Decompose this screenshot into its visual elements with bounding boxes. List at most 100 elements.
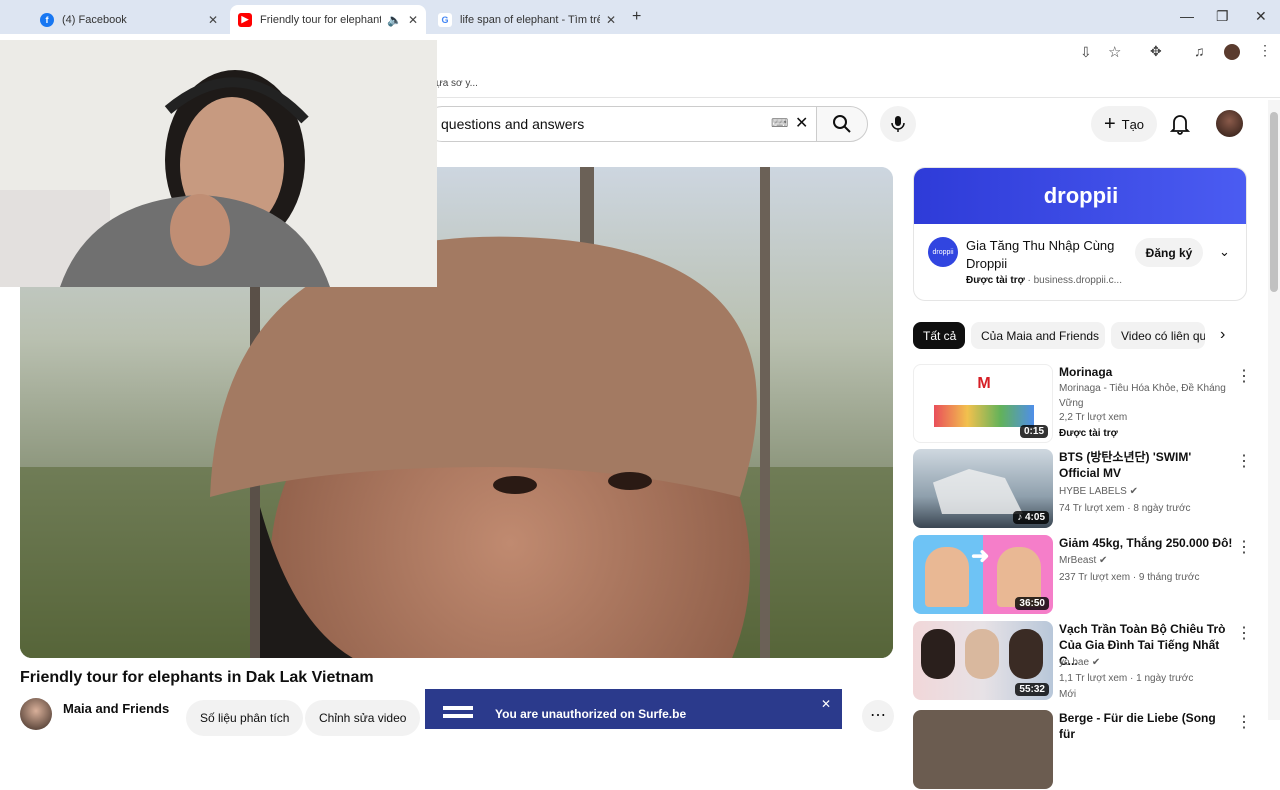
morinaga-logo: M <box>977 375 991 392</box>
video-duration: 0:15 <box>1019 425 1048 438</box>
search-input[interactable]: questions and answers ⌨ ✕ <box>424 106 816 142</box>
video-title[interactable]: Berge - Für die Liebe (Song für <box>1059 710 1234 742</box>
video-views: 1,1 Tr lượt xem · 1 ngày trước <box>1059 673 1194 684</box>
more-actions-button[interactable]: ⋯ <box>862 700 894 732</box>
channel-name[interactable]: Maia and Friends <box>63 701 169 716</box>
account-avatar[interactable] <box>1216 110 1243 137</box>
search-icon <box>833 115 851 133</box>
media-icon[interactable]: ♫ <box>1194 43 1205 59</box>
tab-label: (4) Facebook <box>62 13 127 26</box>
profile-avatar[interactable] <box>1224 44 1240 60</box>
minimize-icon[interactable]: — <box>1180 8 1194 24</box>
sponsored-label: Được tài trợ <box>1059 428 1118 439</box>
search-button[interactable] <box>816 106 868 142</box>
product-image <box>934 405 1034 427</box>
more-vert-icon[interactable]: ⋮ <box>1236 623 1252 643</box>
new-badge: Mới <box>1059 689 1077 700</box>
video-channel[interactable]: Morinaga - Tiêu Hóa Khỏe, Đề Kháng Vững <box>1059 381 1234 411</box>
tab-facebook[interactable]: f (4) Facebook ✕ <box>32 5 226 34</box>
close-icon[interactable]: ✕ <box>408 13 418 27</box>
chevron-right-icon[interactable]: › <box>1220 326 1225 344</box>
surfe-popup: You are unauthorized on Surfe.be ✕ <box>425 689 842 729</box>
person-image <box>925 547 969 607</box>
chip-related[interactable]: Video có liên qu <box>1111 322 1205 349</box>
bookmark-item[interactable]: ựa sơ y... <box>436 78 478 89</box>
sponsored-ad-card[interactable]: droppii droppii Gia Tăng Thu Nhập Cùng D… <box>913 167 1247 301</box>
video-duration: ♪ 4:05 <box>1013 511 1049 524</box>
youtube-icon: ▶ <box>238 12 252 27</box>
video-thumbnail[interactable]: M 0:15 <box>913 364 1053 443</box>
video-duration: 55:32 <box>1015 683 1049 696</box>
new-tab-icon[interactable]: + <box>632 8 641 26</box>
webcam-overlay <box>0 40 437 287</box>
create-label: Tạo <box>1121 116 1145 132</box>
ad-sponsored-label: Được tài trợ <box>966 275 1025 286</box>
list-item[interactable]: 55:32 Vạch Trần Toàn Bộ Chiêu Trò Của Gi… <box>913 621 1258 701</box>
ad-banner[interactable]: droppii <box>914 168 1246 224</box>
google-icon: G <box>438 12 452 27</box>
video-title[interactable]: Morinaga <box>1059 364 1234 380</box>
ad-title[interactable]: Gia Tăng Thu Nhập Cùng Droppii <box>966 237 1136 273</box>
verified-icon: ✔ <box>1099 555 1108 566</box>
channel-avatar[interactable] <box>20 698 52 730</box>
list-item[interactable]: ➜ 36:50 Giảm 45kg, Thắng 250.000 Đô! MrB… <box>913 535 1258 615</box>
video-duration: 36:50 <box>1015 597 1049 610</box>
tab-label: Friendly tour for elephants <box>260 13 381 26</box>
list-item[interactable]: ♪ 4:05 BTS (방탄소년단) 'SWIM' Official MV HY… <box>913 449 1258 529</box>
video-channel[interactable]: MrBeast ✔ <box>1059 555 1107 566</box>
close-icon[interactable]: ✕ <box>821 697 831 711</box>
video-channel[interactable]: HYBE LABELS ✔ <box>1059 486 1138 497</box>
browser-tab-bar: f (4) Facebook ✕ ▶ Friendly tour for ele… <box>0 0 1280 34</box>
chevron-down-icon[interactable]: ⌄ <box>1219 244 1230 260</box>
more-vert-icon[interactable]: ⋮ <box>1236 451 1252 471</box>
surfe-message: You are unauthorized on Surfe.be <box>495 707 687 721</box>
analytics-button[interactable]: Số liệu phân tích <box>186 700 304 736</box>
video-views: 2,2 Tr lượt xem <box>1059 412 1128 423</box>
video-views: 237 Tr lượt xem · 9 tháng trước <box>1059 572 1200 583</box>
bell-icon <box>1169 115 1191 135</box>
voice-search-button[interactable] <box>880 106 916 142</box>
close-icon[interactable]: ✕ <box>606 13 616 27</box>
keyboard-icon[interactable]: ⌨ <box>771 116 788 130</box>
video-thumbnail[interactable]: ➜ 36:50 <box>913 535 1053 614</box>
window-close-icon[interactable]: ✕ <box>1255 8 1267 25</box>
create-button[interactable]: + Tạo <box>1091 106 1157 142</box>
menu-icon[interactable]: ⋮ <box>1258 42 1272 59</box>
more-vert-icon[interactable]: ⋮ <box>1236 537 1252 557</box>
more-vert-icon[interactable]: ⋮ <box>1236 366 1252 386</box>
more-vert-icon[interactable]: ⋮ <box>1236 712 1252 732</box>
ad-meta: Được tài trợ · business.droppii.c... <box>966 275 1122 286</box>
video-title[interactable]: BTS (방탄소년단) 'SWIM' Official MV <box>1059 449 1234 481</box>
tab-youtube[interactable]: ▶ Friendly tour for elephants 🔈 ✕ <box>230 5 426 34</box>
install-icon[interactable]: ⇩ <box>1080 44 1092 61</box>
extensions-icon[interactable]: ✥ <box>1150 43 1162 60</box>
chip-all[interactable]: Tất cả <box>913 322 965 349</box>
ad-channel-avatar: droppii <box>928 237 958 267</box>
video-title[interactable]: Giảm 45kg, Thắng 250.000 Đô! <box>1059 535 1234 551</box>
edit-video-button[interactable]: Chỉnh sửa video <box>305 700 421 736</box>
clear-icon[interactable]: ✕ <box>795 113 808 133</box>
list-item[interactable]: M 0:15 Morinaga Morinaga - Tiêu Hóa Khỏe… <box>913 364 1258 444</box>
scrollbar-thumb[interactable] <box>1270 112 1278 292</box>
ad-domain: business.droppii.c... <box>1033 275 1122 286</box>
webcam-image <box>0 40 437 287</box>
restore-icon[interactable]: ❐ <box>1216 8 1229 25</box>
search-query: questions and answers <box>441 116 585 132</box>
tab-google[interactable]: G life span of elephant - Tìm trên ✕ <box>430 5 624 34</box>
video-thumbnail[interactable] <box>913 710 1053 789</box>
verified-icon: ✔ <box>1129 486 1138 497</box>
list-item[interactable]: Berge - Für die Liebe (Song für ⋮ <box>913 710 1258 790</box>
star-icon[interactable]: ☆ <box>1108 43 1121 61</box>
video-thumbnail[interactable]: 55:32 <box>913 621 1053 700</box>
chip-channel[interactable]: Của Maia and Friends <box>971 322 1105 349</box>
scrollbar[interactable] <box>1268 100 1280 720</box>
person-image <box>965 629 999 679</box>
ad-brand-logo: droppii <box>1043 183 1119 208</box>
video-thumbnail[interactable]: ♪ 4:05 <box>913 449 1053 528</box>
notifications-button[interactable] <box>1169 113 1191 140</box>
verified-icon: ✔ <box>1091 657 1101 668</box>
speaker-icon[interactable]: 🔈 <box>387 13 402 27</box>
video-channel[interactable]: yo bae ✔ <box>1059 657 1100 668</box>
close-icon[interactable]: ✕ <box>208 13 218 27</box>
ad-subscribe-button[interactable]: Đăng ký <box>1135 238 1203 267</box>
